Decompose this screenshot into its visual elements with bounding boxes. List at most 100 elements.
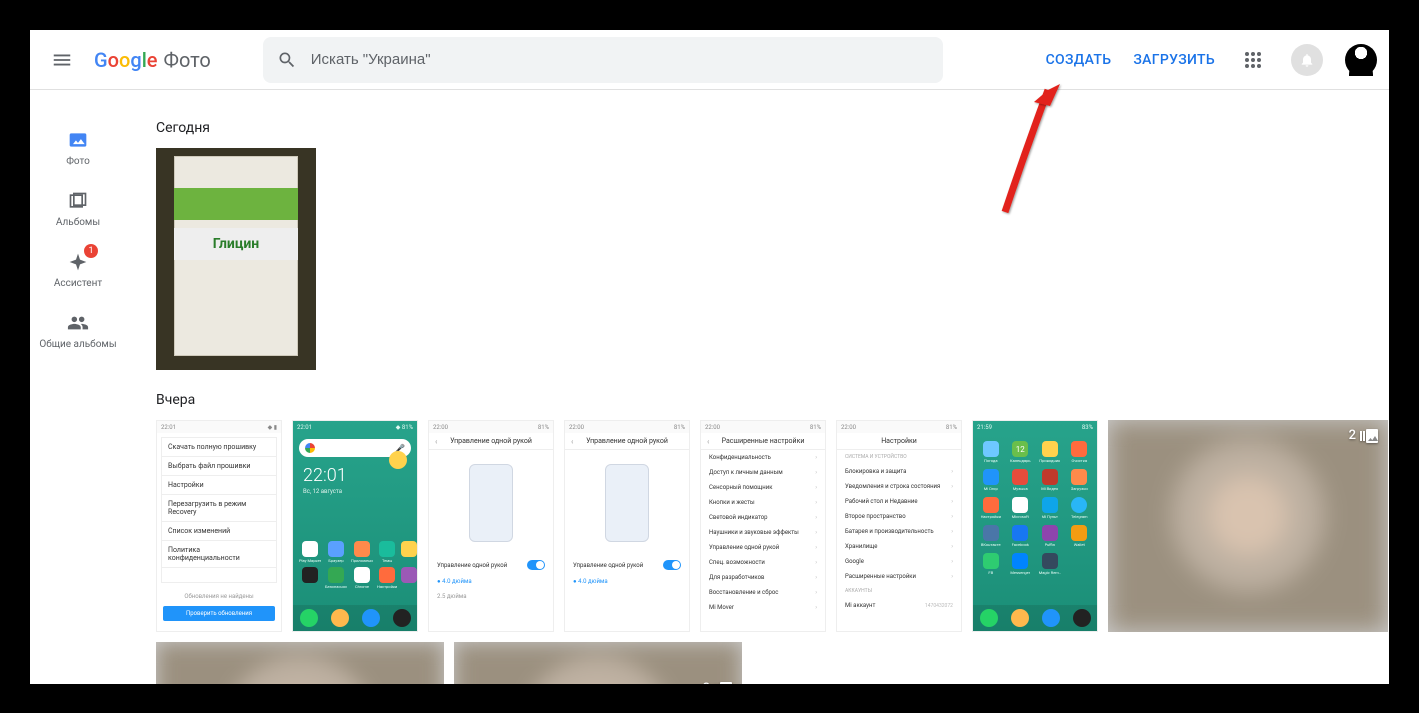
photo-thumb[interactable]: 22:0081% ‹Управление одной рукой Управле… xyxy=(564,420,690,632)
sidebar-item-label: Фото xyxy=(66,156,90,167)
photo-thumb[interactable]: 22:0081% ‹Управление одной рукой Управле… xyxy=(428,420,554,632)
section-yesterday: Вчера 22:01◆ ▮ Скачать полную прошивку В… xyxy=(126,392,1389,684)
app-label: Очистка xyxy=(1071,458,1087,463)
photo-thumb[interactable]: 22:0081% ‹Расширенные настройки Конфиден… xyxy=(700,420,826,632)
list-item: Для разработчиков xyxy=(709,574,764,581)
list-item: Батарея и производительность xyxy=(845,528,934,535)
group-header: СИСТЕМА И УСТРОЙСТВО xyxy=(837,450,961,464)
blurred-person xyxy=(1108,420,1388,632)
hamburger-icon xyxy=(51,49,73,71)
list-item: Хранилище xyxy=(845,543,877,550)
acct-id: 1470432072 xyxy=(925,603,953,609)
list-item: Перезагрузить в режим Recovery xyxy=(162,495,276,522)
list-item: Спец. возможности xyxy=(709,559,765,566)
account-avatar[interactable] xyxy=(1345,44,1377,76)
photo-thumb[interactable]: Глицин xyxy=(156,148,316,370)
app-label: Настройки xyxy=(981,514,1001,519)
app-label: Magic Rem... xyxy=(1039,570,1061,575)
app-label: Messenger xyxy=(1010,570,1030,575)
app-label: Mi Drop xyxy=(984,486,998,491)
list-item: Конфиденциальность xyxy=(709,454,771,461)
app-label: Музыка xyxy=(1013,486,1028,491)
burst-icon xyxy=(714,682,732,685)
phone-icon xyxy=(300,609,318,627)
screen-title: Расширенные настройки xyxy=(722,437,805,445)
photo-thumb-burst[interactable]: 2 xyxy=(454,642,742,684)
photo-thumb[interactable] xyxy=(156,642,444,684)
status-time: 22:01 xyxy=(161,424,176,431)
section-title: Вчера xyxy=(156,392,1389,408)
screen-title: Управление одной рукой xyxy=(450,437,532,445)
app-label: Chrome xyxy=(355,584,369,589)
app-label: Настройки xyxy=(377,584,397,589)
assistant-icon xyxy=(66,250,90,274)
phone-icon xyxy=(980,609,998,627)
photo-thumb[interactable]: 21:5983% Погода 12Календарь Проводник Оч… xyxy=(972,420,1098,632)
section-today: Сегодня Глицин xyxy=(126,120,1389,370)
status-time: 21:59 xyxy=(977,424,992,431)
product-name: Глицин xyxy=(174,228,298,260)
list-item: Световой индикатор xyxy=(709,514,768,521)
list-item: Рабочий стол и Недавние xyxy=(845,498,918,505)
app-label: Приложения xyxy=(351,558,373,563)
photo-thumb[interactable]: 22:0081% Настройки СИСТЕМА И УСТРОЙСТВО … xyxy=(836,420,962,632)
check-updates-btn: Проверить обновления xyxy=(163,606,275,621)
status-time: 22:00 xyxy=(569,424,584,431)
search-bar[interactable] xyxy=(263,37,943,83)
toggle-label: Управление одной рукой xyxy=(437,562,507,569)
apps-grid-icon xyxy=(1244,51,1262,69)
sidebar-item-shared[interactable]: Общие альбомы xyxy=(38,311,118,350)
sidebar-item-albums[interactable]: Альбомы xyxy=(38,189,118,228)
google-apps-button[interactable] xyxy=(1237,44,1269,76)
app-label: Браузер xyxy=(328,558,343,563)
clock: 22:01 xyxy=(303,465,407,486)
shared-icon xyxy=(66,311,90,335)
app-label: Погода xyxy=(984,458,998,463)
blurred-person xyxy=(156,642,444,684)
list-item: Блокировка и защита xyxy=(845,468,906,475)
group-header: АККАУНТЫ xyxy=(837,584,961,598)
status-time: 22:01 xyxy=(297,424,312,431)
google-g-icon xyxy=(305,443,315,453)
google-logo: Google xyxy=(94,48,158,72)
list-item: Mi Mover xyxy=(709,604,734,611)
radio-option: ● 4.0 дюйма xyxy=(429,574,553,589)
logo[interactable]: Google Фото xyxy=(94,48,211,72)
photo-thumb[interactable]: 22:01◆ 81% 🎤 22:01 Вс, 12 августа Play М… xyxy=(292,420,418,632)
list-item: Политика конфиденциальности xyxy=(162,541,276,568)
back-icon: ‹ xyxy=(571,437,573,446)
list-item: Google xyxy=(845,558,864,565)
app-label: ВКонтакте xyxy=(981,542,1001,547)
toggle-label: Управление одной рукой xyxy=(573,562,643,569)
back-icon: ‹ xyxy=(435,437,437,446)
sidebar-item-photos[interactable]: Фото xyxy=(38,128,118,167)
bell-icon xyxy=(1299,52,1315,68)
green-stripe xyxy=(174,188,298,220)
camera-icon xyxy=(1073,609,1091,627)
radio-option: ● 4.0 дюйма xyxy=(565,574,689,589)
screen-title: Управление одной рукой xyxy=(586,437,668,445)
app-label: Mi Пульт xyxy=(1042,514,1058,519)
list-item: Кнопки и жесты xyxy=(709,499,755,506)
app-label: Безопасность xyxy=(325,584,347,589)
app-label: Wallet xyxy=(1074,542,1085,547)
photo-thumb-burst[interactable]: 2 xyxy=(1108,420,1388,632)
calendar-icon: 12 xyxy=(1012,441,1028,457)
camera-icon xyxy=(393,609,411,627)
upload-button[interactable]: ЗАГРУЗИТЬ xyxy=(1133,52,1215,68)
menu-button[interactable] xyxy=(42,40,82,80)
create-button[interactable]: СОЗДАТЬ xyxy=(1046,52,1112,68)
search-input[interactable] xyxy=(311,51,929,68)
search-icon xyxy=(277,50,297,70)
sidebar-item-assistant[interactable]: Ассистент xyxy=(38,250,118,289)
burst-count-badge: 2 xyxy=(703,681,732,684)
status-time: 22:00 xyxy=(841,424,856,431)
notifications-button[interactable] xyxy=(1291,44,1323,76)
app-name: Фото xyxy=(164,48,211,72)
list-item: Mi аккаунт xyxy=(845,602,875,609)
blurred-person xyxy=(454,642,742,684)
header-actions: СОЗДАТЬ ЗАГРУЗИТЬ xyxy=(1046,44,1377,76)
list-item: Выбрать файл прошивки xyxy=(162,457,276,476)
photo-thumb[interactable]: 22:01◆ ▮ Скачать полную прошивку Выбрать… xyxy=(156,420,282,632)
app-label: Проводник xyxy=(1039,458,1060,463)
